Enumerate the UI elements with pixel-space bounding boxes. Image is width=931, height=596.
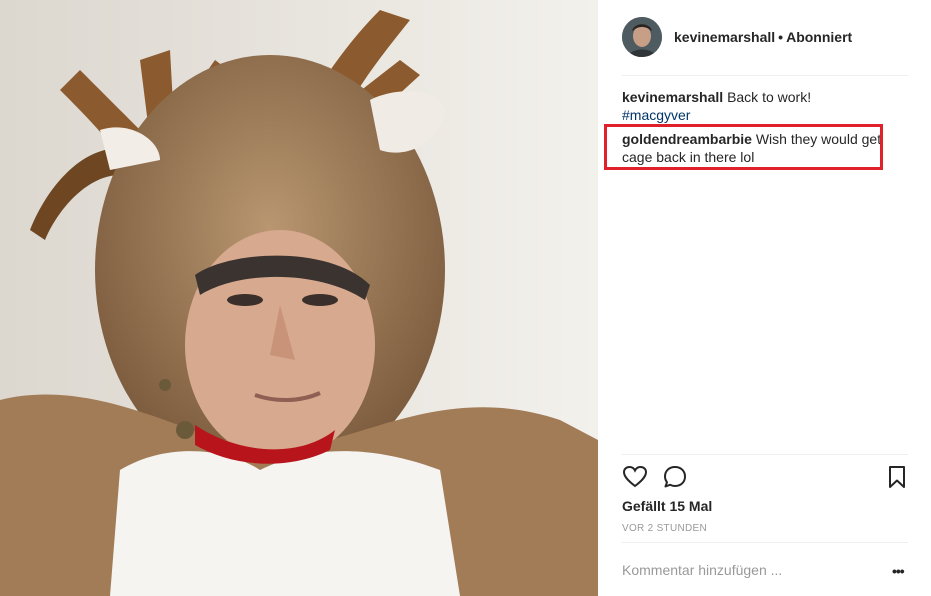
- more-options-icon[interactable]: •••: [892, 563, 905, 579]
- list-item: goldendreambarbie Wish they would get ca…: [622, 130, 908, 166]
- comment-input[interactable]: Kommentar hinzufügen ...: [622, 562, 822, 578]
- follow-status[interactable]: Abonniert: [786, 29, 852, 45]
- post-header: kevinemarshall • Abonniert: [622, 14, 908, 60]
- heart-icon[interactable]: [622, 464, 648, 490]
- header-text: kevinemarshall • Abonniert: [674, 29, 852, 45]
- comment-bubble-icon[interactable]: [662, 464, 688, 490]
- bookmark-icon-glyph: [889, 466, 905, 488]
- action-bar: [622, 464, 908, 490]
- bookmark-icon[interactable]: [884, 464, 910, 490]
- comment-username[interactable]: kevinemarshall: [622, 89, 723, 105]
- reindeer-costume-photo: [0, 0, 598, 596]
- comment-divider: [622, 542, 908, 543]
- header-divider: [622, 75, 908, 76]
- hashtag-link[interactable]: #macgyver: [622, 106, 908, 124]
- comment-bubble-icon-glyph: [664, 466, 686, 488]
- actions-divider: [622, 454, 908, 455]
- separator-dot: •: [778, 29, 784, 45]
- post-author-username[interactable]: kevinemarshall: [674, 29, 775, 45]
- post-timestamp[interactable]: VOR 2 STUNDEN: [622, 523, 707, 534]
- likes-count[interactable]: Gefällt 15 Mal: [622, 498, 712, 514]
- heart-icon-glyph: [622, 465, 648, 488]
- comment-text: Back to work!: [727, 89, 812, 105]
- avatar[interactable]: [622, 17, 662, 57]
- comment-username[interactable]: goldendreambarbie: [622, 131, 752, 147]
- post-sidebar: kevinemarshall • Abonniert kevinemarshall …: [598, 0, 931, 596]
- caption-comment: kevinemarshall Back to work! #macgyver: [622, 88, 908, 124]
- post-photo: [0, 0, 598, 596]
- avatar-image: [622, 17, 662, 57]
- comment-list: kevinemarshall Back to work! #macgyver g…: [622, 88, 908, 172]
